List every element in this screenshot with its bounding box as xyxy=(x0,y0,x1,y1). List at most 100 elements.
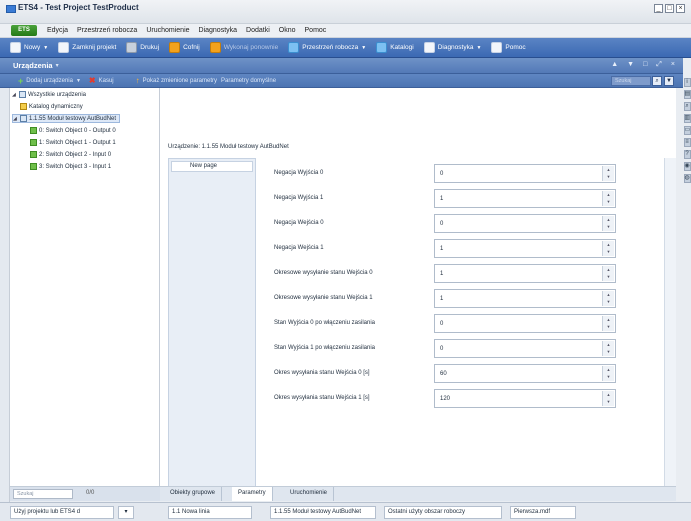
parameter-value-input[interactable]: 60 ▲ ▼ xyxy=(434,364,616,383)
parameter-row: Negacja Wyjścia 0 0 ▲ ▼ xyxy=(258,162,640,190)
help-icon xyxy=(491,42,503,53)
tree-item-object-0[interactable]: 0: Switch Object 0 - Output 0 xyxy=(30,127,116,134)
print-button[interactable]: Drukuj xyxy=(126,42,159,53)
menu-dodatki[interactable]: Dodatki xyxy=(246,27,270,34)
filter-icon[interactable]: ▼ xyxy=(664,76,674,86)
parameter-value-input[interactable]: 1 ▲ ▼ xyxy=(434,289,616,308)
tree-item-device[interactable]: ◢ 1.1.55 Moduł testowy AutBudNet xyxy=(12,114,121,123)
status-line: 1.1 Nowa linia xyxy=(168,506,252,519)
catalogs-icon xyxy=(376,42,388,53)
status-dropdown-icon[interactable]: ▾ xyxy=(118,506,134,519)
vertical-scrollbar[interactable] xyxy=(664,158,676,488)
parameter-row: Negacja Wejścia 0 0 ▲ ▼ xyxy=(258,212,640,240)
spinner[interactable]: ▲ ▼ xyxy=(602,266,614,281)
panel-restore-icon[interactable]: □ xyxy=(643,61,647,69)
menu-pomoc[interactable]: Pomoc xyxy=(305,27,327,34)
spinner[interactable]: ▲ ▼ xyxy=(602,341,614,356)
spinner[interactable]: ▲ ▼ xyxy=(602,391,614,406)
search-icon[interactable]: ⌕ xyxy=(652,76,662,86)
show-changed-button[interactable]: ↑ Pokaż zmienione parametry xyxy=(136,76,217,85)
parameter-value-input[interactable]: 120 ▲ ▼ xyxy=(434,389,616,408)
bottom-tabs: Obiekty grupowe Parametry Uruchomienie xyxy=(160,486,676,501)
menu-uruchomienie[interactable]: Uruchomienie xyxy=(146,27,189,34)
info-icon[interactable]: i xyxy=(683,78,691,87)
tab-parameters[interactable]: Parametry xyxy=(232,487,273,501)
new-button[interactable]: Nowy ▼ xyxy=(10,42,48,53)
folder-icon xyxy=(19,91,26,98)
left-edge xyxy=(0,88,10,502)
panel-search-input[interactable]: Szukaj xyxy=(611,76,651,86)
close-button[interactable]: × xyxy=(676,4,685,13)
spinner[interactable]: ▲ ▼ xyxy=(602,216,614,231)
globe-icon[interactable]: ◍ xyxy=(683,174,691,183)
redo-button[interactable]: Wykonaj ponownie xyxy=(209,42,278,53)
minimize-button[interactable]: _ xyxy=(654,4,663,13)
device-tree: ◢ Wszystkie urządzenia Katalog dynamiczny… xyxy=(10,88,160,486)
print-icon xyxy=(126,42,138,53)
delete-button[interactable]: ✖ Kasuj xyxy=(89,76,114,85)
tab-group-objects[interactable]: Obiekty grupowe xyxy=(164,487,223,501)
spinner[interactable]: ▲ ▼ xyxy=(602,291,614,306)
spinner[interactable]: ▲ ▼ xyxy=(602,241,614,256)
clipboard-icon[interactable]: ▥ xyxy=(683,114,691,123)
spinner[interactable]: ▲ ▼ xyxy=(602,166,614,181)
default-params-button[interactable]: Parametry domyślne xyxy=(221,78,276,84)
parameter-value-input[interactable]: 0 ▲ ▼ xyxy=(434,164,616,183)
menu-edycja[interactable]: Edycja xyxy=(47,27,68,34)
app-window: ETS4 - Test Project TestProduct _ □ × ET… xyxy=(0,0,691,521)
cd-icon[interactable]: ◉ xyxy=(683,162,691,171)
panel-maximize-icon[interactable]: ⤢ xyxy=(656,61,662,69)
database-icon[interactable]: ▤ xyxy=(683,90,691,99)
tree-item-object-1[interactable]: 1: Switch Object 1 - Output 1 xyxy=(30,139,116,146)
group-object-icon xyxy=(30,163,37,170)
title-bar: ETS4 - Test Project TestProduct _ □ × xyxy=(0,0,691,24)
help-button[interactable]: Pomoc xyxy=(491,42,526,53)
tree-item-all-devices[interactable]: ◢ Wszystkie urządzenia xyxy=(12,91,86,98)
maximize-button[interactable]: □ xyxy=(665,4,674,13)
tree-item-dynamic-catalog[interactable]: Katalog dynamiczny xyxy=(20,103,83,110)
menu-okno[interactable]: Okno xyxy=(279,27,296,34)
search-side-icon[interactable]: ⌕ xyxy=(683,102,691,111)
panel-controls: ▲ ▼ □ ⤢ × xyxy=(611,61,675,69)
undo-icon xyxy=(169,42,181,53)
parameter-value-input[interactable]: 1 ▲ ▼ xyxy=(434,264,616,283)
group-object-icon xyxy=(30,139,37,146)
parameter-value-input[interactable]: 0 ▲ ▼ xyxy=(434,339,616,358)
diagnostics-icon xyxy=(423,42,435,53)
parameter-value-input[interactable]: 1 ▲ ▼ xyxy=(434,189,616,208)
question-icon[interactable]: ? xyxy=(683,150,691,159)
parameter-value-input[interactable]: 0 ▲ ▼ xyxy=(434,314,616,333)
ets-app-button[interactable]: ETS xyxy=(11,25,37,36)
tree-item-object-3[interactable]: 3: Switch Object 3 - Input 1 xyxy=(30,163,111,170)
panel-up-icon[interactable]: ▲ xyxy=(611,61,618,69)
workspace-button[interactable]: Przestrzeń robocza ▼ xyxy=(288,42,366,53)
parameter-value-input[interactable]: 1 ▲ ▼ xyxy=(434,239,616,258)
list-icon[interactable]: ≡ xyxy=(683,138,691,147)
status-bar: Użyj projektu lub ETS4 d ▾ 1.1 Nowa lini… xyxy=(0,502,691,521)
window-icon[interactable]: ▭ xyxy=(683,126,691,135)
diagnostics-button[interactable]: Diagnostyka ▼ xyxy=(423,42,481,53)
add-devices-button[interactable]: + Dodaj urządzenia ▼ xyxy=(0,76,81,86)
close-project-button[interactable]: Zamknij projekt xyxy=(58,42,116,53)
panel-down-icon[interactable]: ▼ xyxy=(627,61,634,69)
page-item-new-page[interactable]: New page xyxy=(171,161,253,172)
parameter-value-input[interactable]: 0 ▲ ▼ xyxy=(434,214,616,233)
parameter-row: Okres wysyłania stanu Wejścia 1 [s] 120 ▲ ▼ xyxy=(258,387,640,415)
tree-search-input[interactable]: Szukaj xyxy=(13,489,73,499)
menu-diagnostyka[interactable]: Diagnostyka xyxy=(199,27,238,34)
group-object-icon xyxy=(30,151,37,158)
panel-close-icon[interactable]: × xyxy=(671,61,675,69)
parameter-list: Negacja Wyjścia 0 0 ▲ ▼ Negacja Wyjścia 1 1 ▲… xyxy=(258,158,640,488)
spinner[interactable]: ▲ ▼ xyxy=(602,191,614,206)
catalogs-button[interactable]: Katalogi xyxy=(376,42,414,53)
status-use-project[interactable]: Użyj projektu lub ETS4 d xyxy=(10,506,114,519)
spinner[interactable]: ▲ ▼ xyxy=(602,366,614,381)
undo-button[interactable]: Cofnij xyxy=(169,42,200,53)
tree-footer: Szukaj 0/0 xyxy=(10,486,160,501)
panel-toolbar: + Dodaj urządzenia ▼ ✖ Kasuj ↑ Pokaż zmienio… xyxy=(0,74,683,88)
spinner[interactable]: ▲ ▼ xyxy=(602,316,614,331)
panel-menu-icon[interactable]: ▾ xyxy=(56,62,59,69)
tab-commissioning[interactable]: Uruchomienie xyxy=(284,487,335,501)
tree-item-object-2[interactable]: 2: Switch Object 2 - Input 0 xyxy=(30,151,111,158)
menu-przestrzen-robocza[interactable]: Przestrzeń robocza xyxy=(77,27,137,34)
